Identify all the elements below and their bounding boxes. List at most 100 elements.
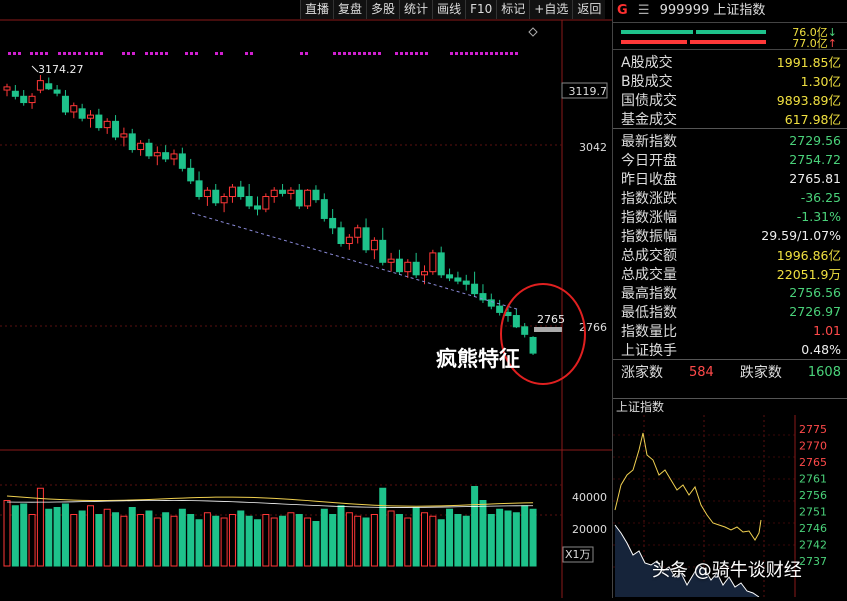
toolbar: 直播 复盘 多股 统计 画线 F10 标记 +自选 返回 xyxy=(300,0,612,19)
volume-bar xyxy=(320,508,328,567)
mini-axis-label: 2751 xyxy=(799,506,827,519)
volume-unit: X1万 xyxy=(565,548,591,561)
toolbar-btn-4[interactable]: 画线 xyxy=(432,0,466,19)
volume-bar xyxy=(245,515,253,567)
candle-body xyxy=(446,274,454,279)
volume-bar xyxy=(412,507,420,567)
candle-body xyxy=(262,196,270,210)
mini-axis-label: 2742 xyxy=(799,539,827,552)
candle-body xyxy=(137,142,145,151)
candle-body xyxy=(228,186,236,198)
toolbar-btn-1[interactable]: 复盘 xyxy=(333,0,367,19)
volume-bar xyxy=(120,515,128,567)
flow-bar2-value: 77.0亿 xyxy=(792,37,828,50)
volume-bar xyxy=(454,514,462,567)
candle-body xyxy=(421,271,428,276)
candle-body xyxy=(437,252,445,276)
candle-body xyxy=(462,280,470,285)
diamond-icon[interactable] xyxy=(528,27,538,37)
candle-body xyxy=(187,167,195,182)
turnover-bond: 国债成交 9893.89亿 xyxy=(621,92,841,109)
candle-body xyxy=(95,114,103,129)
volume-bar xyxy=(429,515,437,567)
candle-body xyxy=(36,80,44,91)
volume-bar xyxy=(379,487,387,567)
volume-bar xyxy=(203,512,211,567)
candle-body xyxy=(237,186,245,198)
candle-body xyxy=(379,239,387,263)
volume-bar xyxy=(237,510,245,567)
stat-row-2: 昨日收盘 2765.81 xyxy=(621,171,841,188)
toolbar-btn-2[interactable]: 多股 xyxy=(366,0,400,19)
volume-bar xyxy=(78,510,86,567)
candle-body xyxy=(153,152,161,157)
volume-bar xyxy=(128,507,136,567)
volume-bar xyxy=(279,515,287,567)
candle-body xyxy=(61,95,69,113)
toolbar-btn-3[interactable]: 统计 xyxy=(399,0,433,19)
toolbar-btn-0[interactable]: 直播 xyxy=(300,0,334,19)
candle-body xyxy=(220,196,228,204)
candle-body xyxy=(487,299,495,307)
volume-bar xyxy=(345,512,353,567)
volume-bar xyxy=(512,512,520,567)
g-mark: G xyxy=(617,3,628,18)
volume-bar xyxy=(262,514,270,567)
volume-bar xyxy=(170,515,178,567)
candle-body xyxy=(20,95,28,104)
mini-axis-label: 2756 xyxy=(799,489,827,502)
candle-body xyxy=(128,133,136,151)
toolbar-btn-5[interactable]: F10 xyxy=(465,0,497,19)
stat-row-9: 最低指数 2726.97 xyxy=(621,304,841,321)
toolbar-btn-7[interactable]: +自选 xyxy=(529,0,573,19)
candle-body xyxy=(312,189,320,201)
toolbar-btn-8[interactable]: 返回 xyxy=(572,0,606,19)
volume-bar xyxy=(95,514,103,567)
volume-bar xyxy=(462,515,470,567)
mini-axis-label: 2761 xyxy=(799,473,827,486)
candle-body xyxy=(345,236,353,245)
candle-body xyxy=(454,277,462,282)
mini-axis-label: 2746 xyxy=(799,522,827,535)
menu-icon[interactable]: ☰ xyxy=(638,3,650,18)
volume-bar xyxy=(112,512,120,567)
volume-bar xyxy=(295,514,303,567)
volume-axis-label: 40000 xyxy=(572,491,607,504)
stat-row-1: 今日开盘 2754.72 xyxy=(621,152,841,169)
candle-body xyxy=(112,120,120,138)
volume-bar xyxy=(304,517,312,567)
stat-row-11: 上证换手 0.48% xyxy=(621,342,841,359)
volume-bar xyxy=(103,508,111,567)
candle-body xyxy=(254,205,261,210)
candle-body xyxy=(45,83,53,90)
watermark: 头条 @骑牛谈财经 xyxy=(652,560,802,581)
candle-body xyxy=(362,227,370,251)
candle-body xyxy=(195,180,203,198)
volume-bar xyxy=(529,508,537,567)
candlestick-chart[interactable]: 3119.7304227663174.272765疯熊特征4000020000X… xyxy=(0,0,612,598)
volume-bar xyxy=(61,503,69,567)
volume-bar xyxy=(228,514,236,567)
high-label: 3174.27 xyxy=(38,63,84,76)
candle-body xyxy=(212,189,220,204)
volume-bar xyxy=(3,500,11,567)
volume-bar xyxy=(362,517,370,567)
candle-body xyxy=(287,189,295,194)
candle-body xyxy=(387,258,395,263)
volume-bar xyxy=(446,508,454,567)
volume-bar xyxy=(178,508,186,567)
volume-bar xyxy=(70,514,78,567)
candle-body xyxy=(404,261,412,273)
kline-panel[interactable]: 3119.7 3042 2766 3174.27 2765 疯熊特征 40000 20000 X… xyxy=(0,0,612,598)
candle-body xyxy=(512,315,520,328)
candle-body xyxy=(471,283,479,295)
volume-ma5 xyxy=(6,495,534,507)
candle-body xyxy=(270,189,278,198)
stat-row-10: 指数量比 1.01 xyxy=(621,323,841,340)
candle-body xyxy=(120,133,128,138)
volume-bar xyxy=(312,521,320,567)
candle-body xyxy=(429,252,437,273)
toolbar-btn-6[interactable]: 标记 xyxy=(496,0,530,19)
candle-body xyxy=(87,114,94,119)
volume-bar xyxy=(521,505,529,567)
